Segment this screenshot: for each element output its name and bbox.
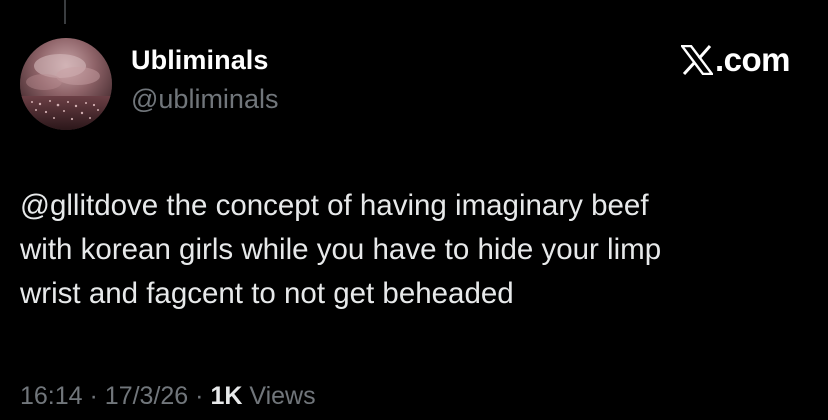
meta-separator: · (195, 382, 204, 410)
display-name[interactable]: Ubliminals (131, 44, 269, 76)
brand-watermark: .com (680, 40, 791, 80)
meta-separator: · (89, 382, 98, 410)
brand-text: .com (714, 41, 791, 78)
thread-connector-line (64, 0, 66, 24)
views-label[interactable]: Views (249, 382, 315, 410)
views-count[interactable]: 1K (210, 382, 242, 410)
tweet-text: @gllitdove the concept of having imagina… (20, 189, 662, 310)
x-logo-icon (680, 45, 713, 75)
tweet-metadata: 16:14 · 17/3/26 · 1K Views (20, 380, 316, 412)
tweet-date[interactable]: 17/3/26 (105, 382, 188, 410)
tweet-time[interactable]: 16:14 (20, 382, 83, 410)
avatar[interactable] (20, 38, 112, 130)
username-handle[interactable]: @ubliminals (131, 83, 278, 115)
avatar-image (20, 38, 112, 130)
